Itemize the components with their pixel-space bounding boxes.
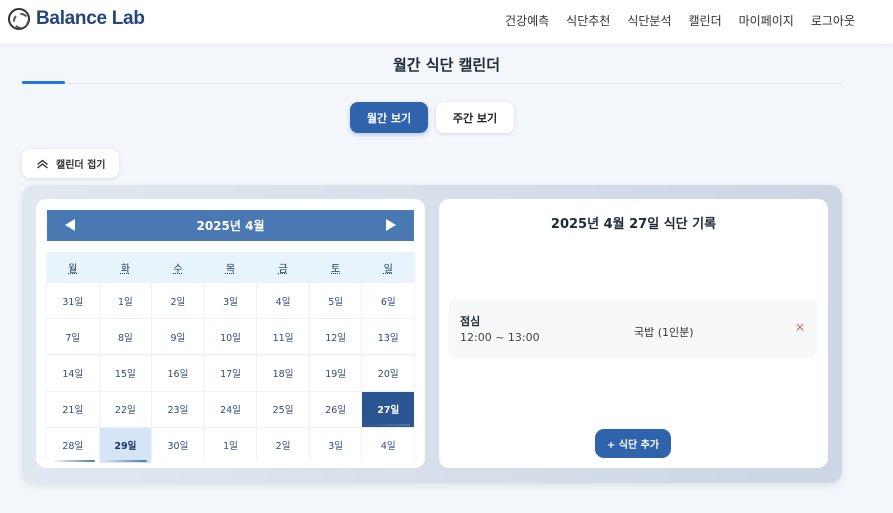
- nav-calendar[interactable]: 캘린더: [689, 12, 722, 29]
- delete-meal-icon[interactable]: ×: [795, 320, 805, 334]
- chevron-up-icon: [37, 159, 48, 169]
- meal-record-card: 2025년 4월 27일 식단 기록 점심 12:00 ~ 13:00 국밥 (…: [439, 199, 828, 468]
- meal-food: 국밥 (1인분): [634, 326, 694, 339]
- calendar-header: 2025년 4월: [47, 210, 414, 241]
- calendar-day[interactable]: 6일: [362, 283, 414, 319]
- nav-diet-recommend[interactable]: 식단추천: [566, 12, 610, 29]
- calendar-day[interactable]: 1일: [204, 427, 257, 463]
- calendar-day[interactable]: 28일: [47, 427, 99, 463]
- collapse-calendar-button[interactable]: 캘린더 접기: [22, 149, 119, 178]
- calendar-day[interactable]: 5일: [309, 283, 362, 319]
- calendar-day[interactable]: 31일: [47, 283, 99, 319]
- calendar-month-label: 2025년 4월: [196, 219, 265, 233]
- calendar-day[interactable]: 16일: [152, 355, 204, 391]
- calendar-day[interactable]: 11일: [257, 319, 309, 355]
- nav-mypage[interactable]: 마이페이지: [739, 12, 794, 29]
- weekday-sat: 토: [309, 252, 362, 282]
- monthly-view-button[interactable]: 월간 보기: [350, 102, 428, 133]
- page-title: 월간 식단 캘린더: [392, 56, 501, 74]
- calendar-day[interactable]: 15일: [99, 355, 152, 391]
- meal-entry[interactable]: 점심 12:00 ~ 13:00 국밥 (1인분) ×: [449, 299, 817, 356]
- nav-diet-analysis[interactable]: 식단분석: [627, 12, 671, 29]
- calendar-grid: 월 화 수 목 금 토 일 31일 1일 2일 3일 4일 5일 6일 7일 8일 9일 10일 11…: [47, 252, 414, 463]
- collapse-label: 캘린더 접기: [56, 160, 106, 171]
- calendar-day[interactable]: 26일: [309, 391, 362, 427]
- calendar-day[interactable]: 3일: [204, 283, 257, 319]
- top-header: Balance Lab 건강예측 식단추천 식단분석 캘린더 마이페이지 로그아…: [0, 0, 893, 44]
- weekday-mon: 월: [47, 252, 99, 282]
- weekday-sun: 일: [362, 252, 414, 282]
- calendar-day[interactable]: 4일: [257, 283, 309, 319]
- calendar-day[interactable]: 1일: [99, 283, 152, 319]
- weekly-view-button[interactable]: 주간 보기: [436, 102, 514, 133]
- calendar-day[interactable]: 9일: [152, 319, 204, 355]
- calendar-day[interactable]: 27일: [362, 391, 414, 427]
- calendar-day[interactable]: 2일: [257, 427, 309, 463]
- calendar-day[interactable]: 4일: [362, 427, 414, 463]
- meal-type: 점심: [460, 315, 481, 328]
- calendar-day[interactable]: 12일: [309, 319, 362, 355]
- add-meal-button[interactable]: + 식단 추가: [595, 429, 671, 458]
- calendar-day[interactable]: 20일: [362, 355, 414, 391]
- calendar-day[interactable]: 25일: [257, 391, 309, 427]
- calendar-day[interactable]: 30일: [152, 427, 204, 463]
- leaf-circle-icon: [8, 8, 30, 30]
- calendar-day[interactable]: 17일: [204, 355, 257, 391]
- brand-logo[interactable]: Balance Lab: [8, 8, 145, 30]
- prev-month-icon[interactable]: [65, 219, 75, 231]
- calendar-day[interactable]: 2일: [152, 283, 204, 319]
- weekday-thu: 목: [204, 252, 257, 282]
- weekday-tue: 화: [99, 252, 152, 282]
- weekday-fri: 금: [257, 252, 309, 282]
- record-title: 2025년 4월 27일 식단 기록: [550, 217, 717, 232]
- title-divider: [22, 83, 842, 84]
- calendar-day[interactable]: 18일: [257, 355, 309, 391]
- meal-time: 12:00 ~ 13:00: [460, 331, 540, 344]
- calendar-day[interactable]: 10일: [204, 319, 257, 355]
- calendar-day[interactable]: 19일: [309, 355, 362, 391]
- calendar-day[interactable]: 21일: [47, 391, 99, 427]
- weekday-wed: 수: [152, 252, 204, 282]
- next-month-icon[interactable]: [386, 219, 396, 231]
- calendar-day[interactable]: 23일: [152, 391, 204, 427]
- calendar-day[interactable]: 13일: [362, 319, 414, 355]
- main-nav: 건강예측 식단추천 식단분석 캘린더 마이페이지 로그아웃: [488, 12, 855, 29]
- calendar-day[interactable]: 24일: [204, 391, 257, 427]
- calendar-day[interactable]: 14일: [47, 355, 99, 391]
- calendar-day[interactable]: 22일: [99, 391, 152, 427]
- nav-logout[interactable]: 로그아웃: [811, 12, 855, 29]
- calendar-day[interactable]: 7일: [47, 319, 99, 355]
- calendar-day[interactable]: 3일: [309, 427, 362, 463]
- nav-health-prediction[interactable]: 건강예측: [505, 12, 549, 29]
- calendar-day[interactable]: 29일: [99, 427, 152, 463]
- title-accent-bar: [22, 81, 65, 84]
- brand-name: Balance Lab: [36, 8, 145, 29]
- calendar-day[interactable]: 8일: [99, 319, 152, 355]
